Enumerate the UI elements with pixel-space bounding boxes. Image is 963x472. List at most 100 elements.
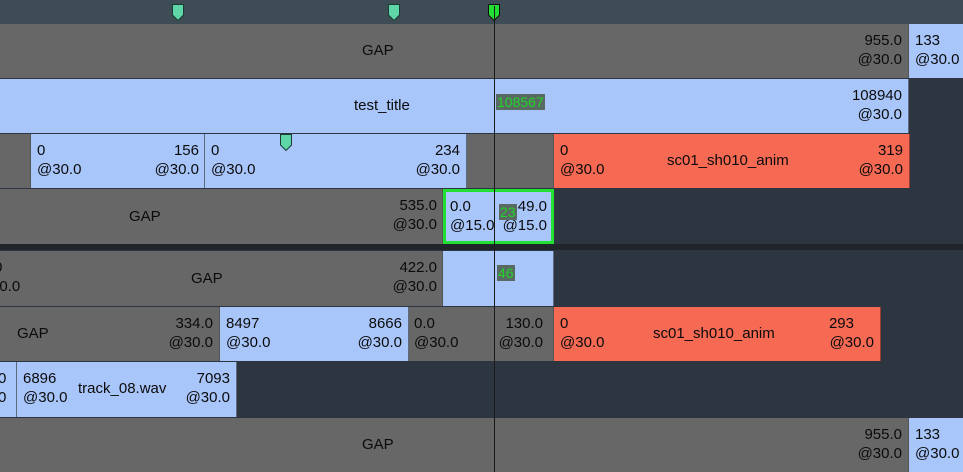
title-clip[interactable]: test_title 108567 108940 @30.0 <box>0 79 909 133</box>
clip-start-rate: @15.0 <box>450 217 495 234</box>
anim-clip[interactable]: 0 @30.0 sc01_sh010_anim 293 @30.0 <box>554 307 881 361</box>
current-frame-badge: 23 <box>499 204 517 220</box>
clip-start-frame: 0 <box>0 369 6 388</box>
current-frame-badge: 108567 <box>496 94 545 110</box>
clip-end-rate: @30.0 <box>415 161 460 178</box>
clip-start-frame: 0 <box>560 315 569 332</box>
track-v4: GAP 535.0 @30.0 0.0 @15.0 49.0 @15.0 23 <box>0 189 963 244</box>
track-a4: GAP 955.0 @30.0 133 @30.0 <box>0 418 963 472</box>
clip-end-rate: @30.0 <box>857 106 902 123</box>
gap-clip[interactable]: GAP 535.0 @30.0 <box>0 189 443 244</box>
media-clip[interactable]: 8497 @30.0 8666 @30.0 <box>220 307 409 361</box>
clip-start-rate: @30.0 <box>915 445 960 462</box>
track-a2: GAP 334.0 @30.0 8497 @30.0 8666 @30.0 0.… <box>0 307 963 361</box>
clip-start-rate: @30.0 <box>211 161 256 178</box>
clip-start-frame: 8497 <box>226 315 260 332</box>
clip-marker-icon[interactable] <box>280 134 292 151</box>
marker-2[interactable] <box>388 4 400 21</box>
clip-end-frame: 293 <box>828 315 854 332</box>
clip-start-frame: 133 <box>915 32 941 49</box>
clip-end-rate: @30.0 <box>154 161 199 178</box>
clip-end-rate: @30.0 <box>857 445 902 462</box>
media-clip[interactable]: 0 0 <box>0 362 17 417</box>
media-clip[interactable]: 0 @30.0 156 @30.0 <box>31 134 205 188</box>
marker-pin-icon <box>388 4 400 21</box>
clip-end-frame: 108940 <box>851 87 902 104</box>
track-v3: 0 @30.0 156 @30.0 0 @30.0 234 @30.0 0 @3… <box>0 134 963 188</box>
gap-clip[interactable] <box>0 134 31 188</box>
anim-clip[interactable]: 0 @30.0 sc01_sh010_anim 319 @30.0 <box>554 134 910 188</box>
clip-end-frame: 49.0 <box>517 198 547 215</box>
marker-1[interactable] <box>172 4 184 21</box>
clip-end-rate: @30.0 <box>858 161 903 178</box>
marker-pin-icon <box>172 4 184 21</box>
selected-clip[interactable]: 0.0 @15.0 49.0 @15.0 23 <box>443 189 554 244</box>
clip-name: GAP <box>362 42 394 59</box>
gap-clip[interactable]: 955.0 @30.0 <box>495 418 909 472</box>
clip-end-rate: @30.0 <box>185 389 230 406</box>
audio-clip[interactable]: 6896 @30.0 track_08.wav 7093 @30.0 <box>17 362 237 417</box>
clip-end-frame: 535.0 <box>399 197 437 214</box>
clip-end-frame: 156 <box>173 142 199 159</box>
clip-start-frame: 0 <box>37 142 46 159</box>
clip-end-frame: 955.0 <box>864 426 902 443</box>
clip-start-frame: 0 <box>0 258 2 277</box>
current-frame-badge: 46 <box>497 265 515 281</box>
clip-end-rate: @30.0 <box>357 334 402 351</box>
clip-end-frame: 8666 <box>368 315 402 332</box>
clip-start-rate: @30.0 <box>23 389 68 406</box>
clip-end-rate: @30.0 <box>168 334 213 351</box>
media-clip[interactable]: 46 <box>443 251 554 306</box>
track-a1: 0 30.0 GAP 422.0 @30.0 46 <box>0 251 963 306</box>
clip-name: track_08.wav <box>78 380 167 397</box>
gap-clip[interactable]: GAP <box>0 418 495 472</box>
clip-name: GAP <box>17 325 49 342</box>
clip-end-frame: 422.0 <box>399 259 437 276</box>
media-clip[interactable]: 133 @30.0 <box>909 24 963 78</box>
clip-end-rate: @30.0 <box>392 278 437 295</box>
clip-start-rate: @30.0 <box>414 334 459 351</box>
gap-clip[interactable] <box>467 134 554 188</box>
playhead-line[interactable] <box>494 6 495 472</box>
gap-clip[interactable]: 0 30.0 GAP 422.0 @30.0 <box>0 251 443 306</box>
clip-start-frame: 0 <box>560 142 569 159</box>
clip-start-rate: @30.0 <box>37 161 82 178</box>
media-clip[interactable]: 0 @30.0 234 @30.0 <box>205 134 467 188</box>
clip-end-frame: 130.0 <box>505 315 543 332</box>
clip-name: sc01_sh010_anim <box>653 325 775 342</box>
gap-clip[interactable]: GAP 334.0 @30.0 <box>0 307 220 361</box>
media-clip[interactable]: 133 @30.0 <box>909 418 963 472</box>
clip-start-rate: @30.0 <box>915 51 960 68</box>
clip-name: GAP <box>129 208 161 225</box>
clip-name: GAP <box>191 270 223 287</box>
clip-end-frame: 319 <box>877 142 903 159</box>
clip-end-rate: @30.0 <box>857 51 902 68</box>
gap-clip[interactable]: 0.0 @30.0 130.0 @30.0 <box>409 307 554 361</box>
clip-end-rate: @30.0 <box>392 216 437 233</box>
gap-clip[interactable]: 955.0 @30.0 <box>495 24 909 78</box>
timeline-ruler[interactable] <box>0 0 963 24</box>
track-a3: 0 0 6896 @30.0 track_08.wav 7093 @30.0 <box>0 362 963 417</box>
track-v2: test_title 108567 108940 @30.0 <box>0 79 963 133</box>
track-divider <box>0 244 963 250</box>
clip-end-rate: @30.0 <box>829 334 874 351</box>
clip-name: sc01_sh010_anim <box>667 152 789 169</box>
clip-name: GAP <box>362 436 394 453</box>
clip-end-frame: 7093 <box>196 370 230 387</box>
clip-start-frame: 0.0 <box>450 198 471 215</box>
clip-start-frame: 0 <box>211 142 220 159</box>
gap-clip[interactable]: GAP <box>0 24 495 78</box>
clip-start-rate: @30.0 <box>226 334 271 351</box>
clip-end-frame: 334.0 <box>175 315 213 332</box>
clip-start-frame: 6896 <box>23 370 57 387</box>
clip-end-rate: @30.0 <box>498 334 543 351</box>
clip-start-rate: @30.0 <box>560 161 605 178</box>
clip-end-frame: 955.0 <box>864 32 902 49</box>
clip-end-frame: 234 <box>434 142 460 159</box>
clip-start-frame: 0.0 <box>414 315 435 332</box>
clip-start-rate: 30.0 <box>0 278 21 295</box>
clip-start-rate: @30.0 <box>560 334 605 351</box>
clip-start-frame: 133 <box>915 426 941 443</box>
clip-name: test_title <box>354 97 410 114</box>
track-v1: GAP 955.0 @30.0 133 @30.0 <box>0 24 963 78</box>
